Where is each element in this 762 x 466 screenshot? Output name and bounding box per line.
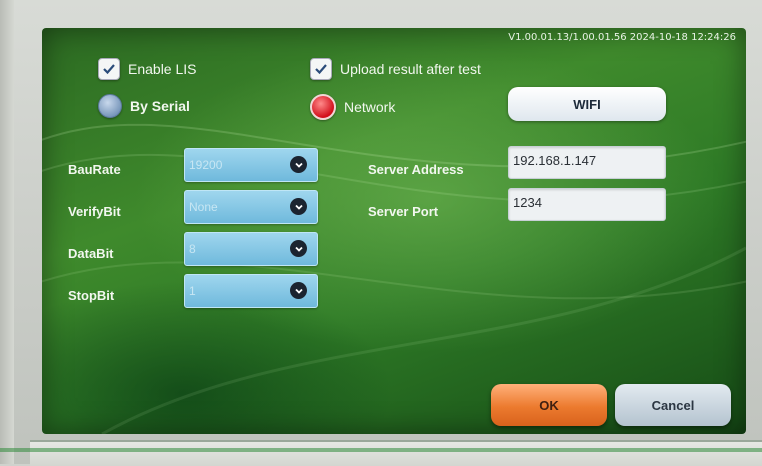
baurate-label: BauRate xyxy=(68,162,121,177)
bezel-bottom xyxy=(30,440,762,466)
ok-button[interactable]: OK xyxy=(491,384,607,426)
baurate-select[interactable]: 19200 xyxy=(184,148,318,182)
enable-lis-checkbox[interactable]: Enable LIS xyxy=(98,58,197,80)
server-port-input[interactable]: 1234 xyxy=(508,188,666,221)
by-serial-radio[interactable]: By Serial xyxy=(98,94,190,118)
baurate-value: 19200 xyxy=(189,158,223,172)
bezel-accent-strip xyxy=(0,448,762,452)
cancel-button[interactable]: Cancel xyxy=(615,384,731,426)
verifybit-label: VerifyBit xyxy=(68,204,121,219)
databit-value: 8 xyxy=(189,242,196,256)
databit-select[interactable]: 8 xyxy=(184,232,318,266)
checkmark-icon xyxy=(98,58,120,80)
network-radio[interactable]: Network xyxy=(310,94,395,120)
enable-lis-label: Enable LIS xyxy=(128,61,197,77)
lis-settings-screen: V1.00.01.13/1.00.01.56 2024-10-18 12:24:… xyxy=(42,28,746,434)
checkmark-icon xyxy=(310,58,332,80)
server-address-input[interactable]: 192.168.1.147 xyxy=(508,146,666,179)
chevron-down-icon xyxy=(290,156,307,173)
radio-on-icon xyxy=(310,94,336,120)
network-label: Network xyxy=(344,99,396,115)
upload-after-test-label: Upload result after test xyxy=(340,61,481,77)
version-info: V1.00.01.13/1.00.01.56 2024-10-18 12:24:… xyxy=(508,32,736,43)
wifi-button[interactable]: WIFI xyxy=(508,87,666,121)
chevron-down-icon xyxy=(290,240,307,257)
upload-after-test-checkbox[interactable]: Upload result after test xyxy=(310,58,481,80)
stopbit-value: 1 xyxy=(189,284,196,298)
verifybit-value: None xyxy=(189,200,218,214)
verifybit-select[interactable]: None xyxy=(184,190,318,224)
stopbit-label: StopBit xyxy=(68,288,115,303)
bezel-edge xyxy=(0,0,14,464)
server-port-label: Server Port xyxy=(368,204,439,219)
stopbit-select[interactable]: 1 xyxy=(184,274,318,308)
server-address-label: Server Address xyxy=(368,162,464,177)
chevron-down-icon xyxy=(290,198,307,215)
databit-label: DataBit xyxy=(68,246,114,261)
by-serial-label: By Serial xyxy=(130,98,190,114)
radio-off-icon xyxy=(98,94,122,118)
chevron-down-icon xyxy=(290,282,307,299)
